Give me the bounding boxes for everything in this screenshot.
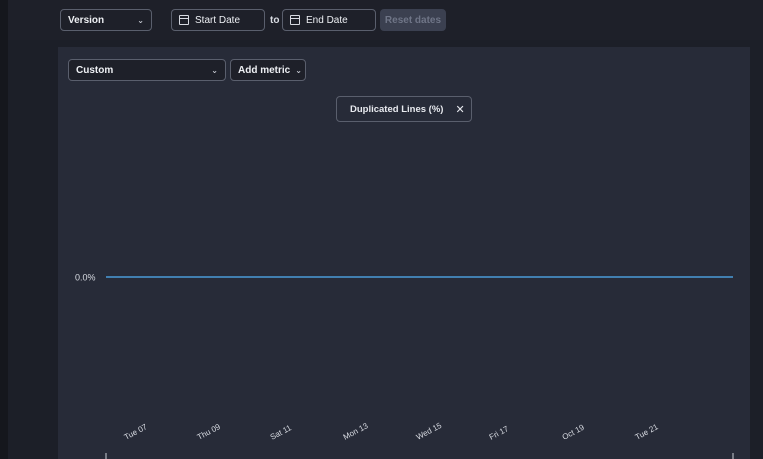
y-tick-label: 0.0% [75, 273, 96, 283]
x-tick-label: Mon 13 [342, 421, 370, 442]
line-chart: 0.0% Tue 07 Thu 09 Sat 11 Mon 13 Wed 15 Fri 17… [75, 273, 734, 459]
x-tick-label: Thu 09 [196, 422, 223, 442]
x-tick-label: Tue 21 [634, 422, 660, 442]
x-tick-label: Tue 07 [123, 422, 149, 442]
x-tick-label: Fri 17 [488, 424, 511, 442]
x-tick-label: Wed 15 [415, 421, 444, 442]
x-tick-label: Oct 19 [561, 422, 587, 441]
x-tick-label: Sat 11 [269, 423, 294, 442]
